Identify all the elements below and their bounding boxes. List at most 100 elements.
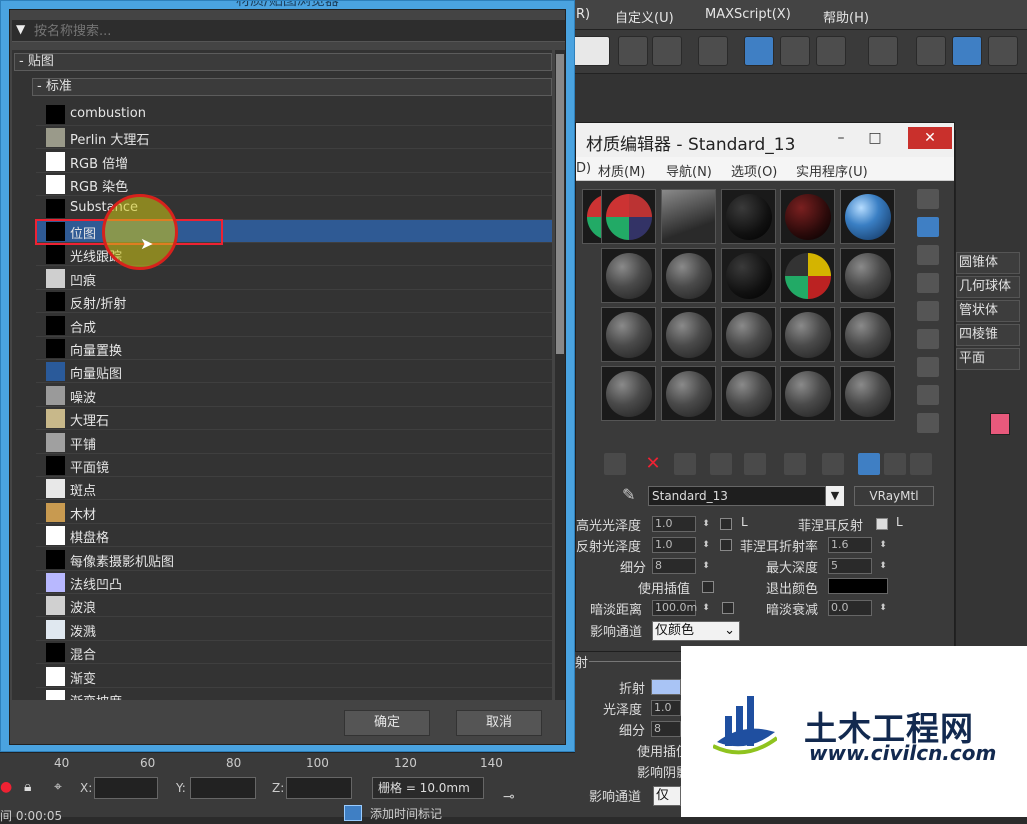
spinner-icon[interactable]: ⬍: [878, 537, 888, 553]
map-item[interactable]: RGB 染色: [36, 173, 552, 197]
maximize-icon[interactable]: □: [862, 127, 888, 149]
map-item[interactable]: 向量贴图: [36, 360, 552, 384]
chevron-down-icon[interactable]: ▼: [826, 486, 844, 506]
object-color-swatch[interactable]: [990, 413, 1010, 435]
schematic-view-icon[interactable]: [816, 36, 846, 66]
sample-slot[interactable]: [721, 307, 776, 362]
menu-item-maxscript[interactable]: MAXScript(X): [705, 7, 791, 22]
search-input[interactable]: [34, 21, 562, 41]
menu-item-utilities[interactable]: 实用程序(U): [796, 161, 868, 180]
selection-filter-dropdown[interactable]: [572, 36, 610, 66]
options-arrow-icon[interactable]: ▼: [16, 22, 25, 36]
menu-item-rendering[interactable]: R): [576, 7, 590, 22]
playback-icon[interactable]: ⊸: [503, 789, 515, 805]
spinner-icon[interactable]: ⬍: [701, 537, 711, 553]
layer-icon[interactable]: [698, 36, 728, 66]
cancel-button[interactable]: 取消: [456, 710, 542, 736]
sample-slot[interactable]: [840, 189, 895, 244]
show-end-result-icon[interactable]: [822, 453, 844, 475]
material-editor-icon[interactable]: [868, 36, 898, 66]
lock-icon[interactable]: 🔒︎: [24, 779, 31, 795]
sample-slot[interactable]: [721, 366, 776, 421]
spinner-icon[interactable]: ⬍: [701, 558, 711, 574]
pick-material-icon[interactable]: [910, 453, 932, 475]
map-item[interactable]: 大理石: [36, 407, 552, 431]
map-item[interactable]: 每像素摄影机贴图: [36, 548, 552, 571]
map-item[interactable]: 平面镜: [36, 454, 552, 477]
key-icon[interactable]: ●: [0, 779, 12, 795]
spinner-icon[interactable]: ⬍: [701, 516, 711, 532]
affect-channels-select[interactable]: 仅颜色 ⌄: [652, 621, 740, 641]
sample-slot[interactable]: [601, 189, 656, 244]
map-item[interactable]: 泼溅: [36, 618, 552, 641]
interp-checkbox[interactable]: [702, 581, 714, 593]
refr-subdivs-input[interactable]: 8: [651, 721, 681, 737]
map-item[interactable]: 斑点: [36, 477, 552, 501]
render-setup-icon[interactable]: [916, 36, 946, 66]
cmd-pyramid[interactable]: 四棱锥: [956, 324, 1020, 346]
gloss-input[interactable]: 1.0: [652, 516, 696, 532]
eyedropper-icon[interactable]: ✎: [622, 485, 644, 507]
put-to-scene-icon[interactable]: [604, 453, 626, 475]
sample-uv-icon[interactable]: [917, 273, 939, 293]
refr-affect-channels-select[interactable]: 仅颜色: [653, 786, 681, 806]
subdivs-input[interactable]: 8: [652, 558, 696, 574]
map-item[interactable]: 凹痕: [36, 267, 552, 290]
add-time-tag[interactable]: 添加时间标记: [370, 805, 442, 822]
refl-gloss-checkbox[interactable]: [720, 539, 732, 551]
sample-slot[interactable]: [661, 366, 716, 421]
menu-item-navigation[interactable]: 导航(N): [666, 161, 712, 180]
options-icon[interactable]: [917, 357, 939, 377]
list-scrollbar[interactable]: [555, 50, 565, 700]
cmd-cone[interactable]: 圆锥体: [956, 252, 1020, 274]
make-preview-icon[interactable]: [917, 329, 939, 349]
curve-editor-icon[interactable]: [780, 36, 810, 66]
map-item[interactable]: 木材: [36, 501, 552, 524]
go-to-parent-icon[interactable]: [858, 453, 880, 475]
map-item[interactable]: 波浪: [36, 594, 552, 618]
sample-slot[interactable]: [661, 307, 716, 362]
refraction-color-swatch[interactable]: [651, 679, 681, 695]
map-item[interactable]: 棋盘格: [36, 524, 552, 548]
map-item[interactable]: 渐变: [36, 665, 552, 688]
sample-slot[interactable]: [601, 366, 656, 421]
sample-slot[interactable]: [840, 307, 895, 362]
sample-slot[interactable]: [661, 248, 716, 303]
spinner-icon[interactable]: ⬍: [878, 600, 888, 616]
map-item[interactable]: 噪波: [36, 384, 552, 407]
y-coord-field[interactable]: [190, 777, 256, 799]
spinner-icon[interactable]: ⬍: [701, 600, 711, 616]
show-in-viewport-icon[interactable]: [784, 453, 806, 475]
map-item[interactable]: 渐变坡度: [36, 688, 552, 700]
menu-item-options[interactable]: 选项(O): [731, 161, 777, 180]
sample-slot[interactable]: [601, 248, 656, 303]
sample-slot[interactable]: [780, 189, 835, 244]
make-unique-icon[interactable]: [674, 453, 696, 475]
delete-icon[interactable]: ✕: [642, 453, 664, 475]
sample-slot[interactable]: [661, 189, 716, 244]
go-forward-icon[interactable]: [884, 453, 906, 475]
mirror-icon[interactable]: [618, 36, 648, 66]
refr-gloss-input[interactable]: 1.0: [651, 700, 681, 716]
spinner-icon[interactable]: ⬍: [878, 558, 888, 574]
menu-item-material[interactable]: 材质(M): [598, 161, 645, 180]
z-coord-field[interactable]: [286, 777, 352, 799]
align-icon[interactable]: [652, 36, 682, 66]
cmd-plane[interactable]: 平面: [956, 348, 1020, 370]
map-item[interactable]: 平铺: [36, 431, 552, 454]
sample-slot[interactable]: [840, 366, 895, 421]
material-navigator-icon[interactable]: [917, 413, 939, 433]
video-color-check-icon[interactable]: [917, 301, 939, 321]
sample-slot[interactable]: [601, 307, 656, 362]
map-item[interactable]: 向量置换: [36, 337, 552, 360]
lock-checkbox[interactable]: [720, 518, 732, 530]
fresnel-ior-input[interactable]: 1.6: [828, 537, 872, 553]
minimize-icon[interactable]: –: [828, 127, 854, 149]
exit-color-swatch[interactable]: [828, 578, 888, 594]
map-item[interactable]: 反射/折射: [36, 290, 552, 314]
close-icon[interactable]: ✕: [908, 127, 952, 149]
ok-button[interactable]: 确定: [344, 710, 430, 736]
sample-slot[interactable]: [780, 248, 835, 303]
sample-slot[interactable]: [780, 307, 835, 362]
material-id-icon[interactable]: [744, 453, 766, 475]
